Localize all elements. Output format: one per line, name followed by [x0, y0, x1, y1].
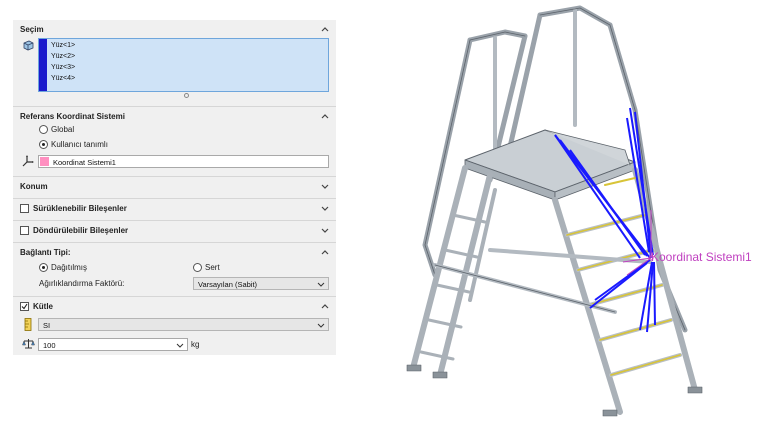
chevron-down-icon [317, 280, 325, 288]
chevron-up-icon[interactable] [320, 301, 330, 311]
coordinate-system-swatch [40, 157, 49, 166]
right-ladder [552, 167, 698, 415]
property-manager-panel: Seçim Yüz<1> Yüz<2> Yüz<3> Yüz<4> Refera… [13, 20, 336, 355]
weight-factor-value: Varsayılan (Sabit) [198, 280, 258, 289]
chevron-up-icon[interactable] [320, 111, 330, 121]
distributed-radio[interactable] [39, 263, 48, 272]
face-selection-list[interactable]: Yüz<1> Yüz<2> Yüz<3> Yüz<4> [38, 38, 329, 92]
top-platform [464, 129, 636, 201]
selection-title: Seçim [20, 25, 44, 34]
rotatable-label: Döndürülebilir Bileşenler [33, 226, 129, 235]
connection-header[interactable]: Bağlantı Tipi: [13, 243, 336, 263]
draggable-header[interactable]: Sürüklenebilir Bileşenler [13, 199, 336, 219]
reference-section: Referans Koordinat Sistemi Global Kullan… [13, 106, 336, 176]
position-title: Konum [20, 182, 48, 191]
selection-color-bar [39, 39, 47, 91]
ladder-feet [406, 364, 703, 417]
chevron-down-icon [317, 321, 325, 329]
chevron-down-icon[interactable] [320, 225, 330, 235]
weight-factor-label: Ağırlıklandırma Faktörü: [39, 279, 125, 288]
coordinate-system-value: Koordinat Sistemi1 [53, 158, 116, 167]
list-resize-handle[interactable] [184, 93, 189, 98]
chevron-up-icon[interactable] [320, 247, 330, 257]
rigid-radio[interactable] [193, 263, 202, 272]
draggable-checkbox[interactable] [20, 204, 29, 213]
list-item[interactable]: Yüz<2> [51, 53, 75, 60]
rotatable-section: Döndürülebilir Bileşenler [13, 220, 336, 242]
coordinate-system-icon [22, 155, 34, 169]
rigid-label: Sert [205, 263, 220, 272]
distributed-label: Dağıtılmış [51, 263, 88, 272]
ruler-icon [24, 318, 32, 333]
draggable-label: Sürüklenebilir Bileşenler [33, 204, 127, 213]
draggable-section: Sürüklenebilir Bileşenler [13, 198, 336, 220]
unit-system-select[interactable]: SI [38, 318, 329, 331]
mass-unit-label: kg [191, 340, 200, 349]
scale-icon [22, 338, 35, 352]
list-item[interactable]: Yüz<1> [51, 42, 75, 49]
model-viewport[interactable] [395, 0, 768, 435]
rotatable-header[interactable]: Döndürülebilir Bileşenler [13, 221, 336, 241]
user-defined-label: Kullanıcı tanımlı [51, 140, 108, 149]
mass-checkbox[interactable] [20, 302, 29, 311]
chevron-up-icon[interactable] [320, 24, 330, 34]
mass-label: Kütle [33, 302, 53, 311]
connection-title: Bağlantı Tipi: [20, 248, 71, 257]
selection-header[interactable]: Seçim [13, 20, 336, 40]
chevron-down-icon[interactable] [320, 181, 330, 191]
list-item[interactable]: Yüz<4> [51, 75, 75, 82]
position-header[interactable]: Konum [13, 177, 336, 197]
coordinate-system-field[interactable]: Koordinat Sistemi1 [38, 155, 329, 168]
global-radio[interactable] [39, 125, 48, 134]
list-item[interactable]: Yüz<3> [51, 64, 75, 71]
mass-value: 100 [43, 341, 56, 350]
unit-system-value: SI [43, 321, 51, 330]
chevron-down-icon[interactable] [176, 341, 184, 349]
global-label: Global [51, 125, 75, 134]
connection-section: Bağlantı Tipi: Dağıtılmış Sert Ağırlıkla… [13, 242, 336, 296]
reference-title: Referans Koordinat Sistemi [20, 112, 125, 121]
position-section: Konum [13, 176, 336, 198]
chevron-down-icon[interactable] [320, 203, 330, 213]
rotatable-checkbox[interactable] [20, 226, 29, 235]
reference-header[interactable]: Referans Koordinat Sistemi [13, 107, 336, 127]
coordinate-system-label[interactable]: Koordinat Sistemi1 [651, 250, 752, 264]
weight-factor-select[interactable]: Varsayılan (Sabit) [193, 277, 329, 290]
face-selection-icon [22, 39, 34, 53]
selection-section: Seçim Yüz<1> Yüz<2> Yüz<3> Yüz<4> [13, 20, 336, 106]
mass-section: Kütle SI 100 kg [13, 296, 336, 355]
user-defined-radio[interactable] [39, 140, 48, 149]
mass-header[interactable]: Kütle [13, 297, 336, 317]
mass-value-input[interactable]: 100 [38, 338, 188, 351]
